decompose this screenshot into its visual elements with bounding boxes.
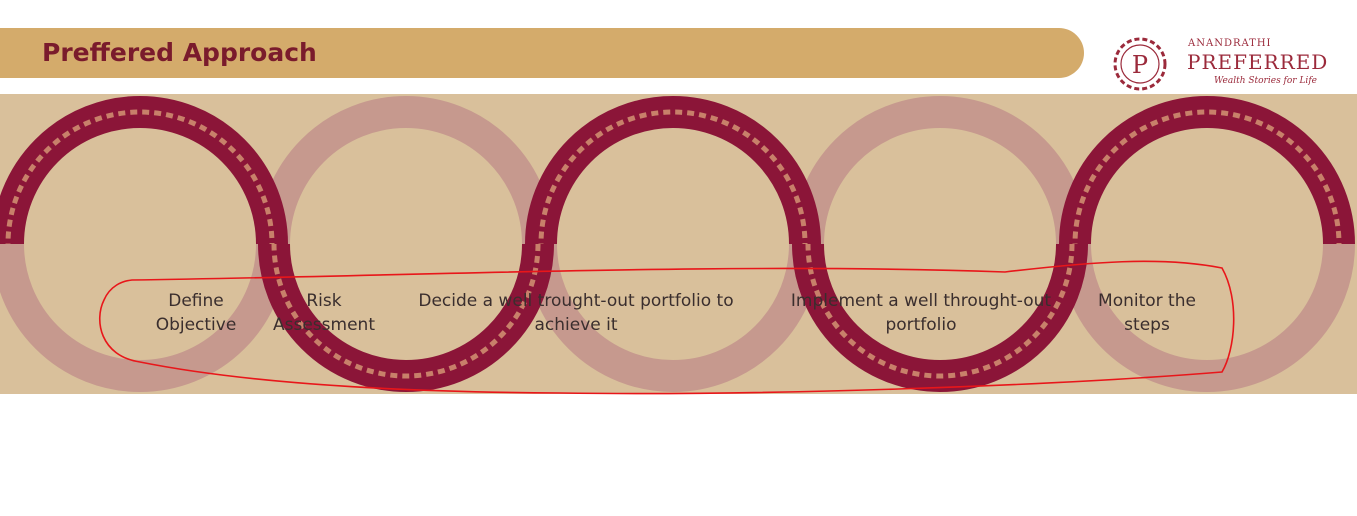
monogram-emblem-icon: P	[1113, 37, 1167, 91]
logo-name: PREFERRED	[1187, 50, 1329, 74]
logo-brand: ANANDRATHI	[1188, 38, 1272, 49]
brand-logo: P ANANDRATHI PREFERRED Wealth Stories fo…	[1110, 34, 1340, 94]
step-label-1: Define Objective	[155, 291, 237, 335]
step-label-2: Risk Assessment	[273, 291, 375, 335]
step-label-5: Monitor the steps	[1098, 291, 1196, 335]
logo-tagline: Wealth Stories for Life	[1214, 76, 1317, 86]
page-title: Preffered Approach	[42, 38, 317, 67]
ring-chain-graphic	[0, 96, 1355, 392]
title-banner: Preffered Approach	[0, 28, 1084, 78]
approach-diagram	[0, 94, 1357, 394]
logo-monogram: P	[1132, 51, 1148, 79]
step-label-3: Decide a well trought-out portfolio to ac…	[418, 291, 734, 335]
step-label-4: Implement a well throught-out portfolio	[790, 291, 1052, 335]
